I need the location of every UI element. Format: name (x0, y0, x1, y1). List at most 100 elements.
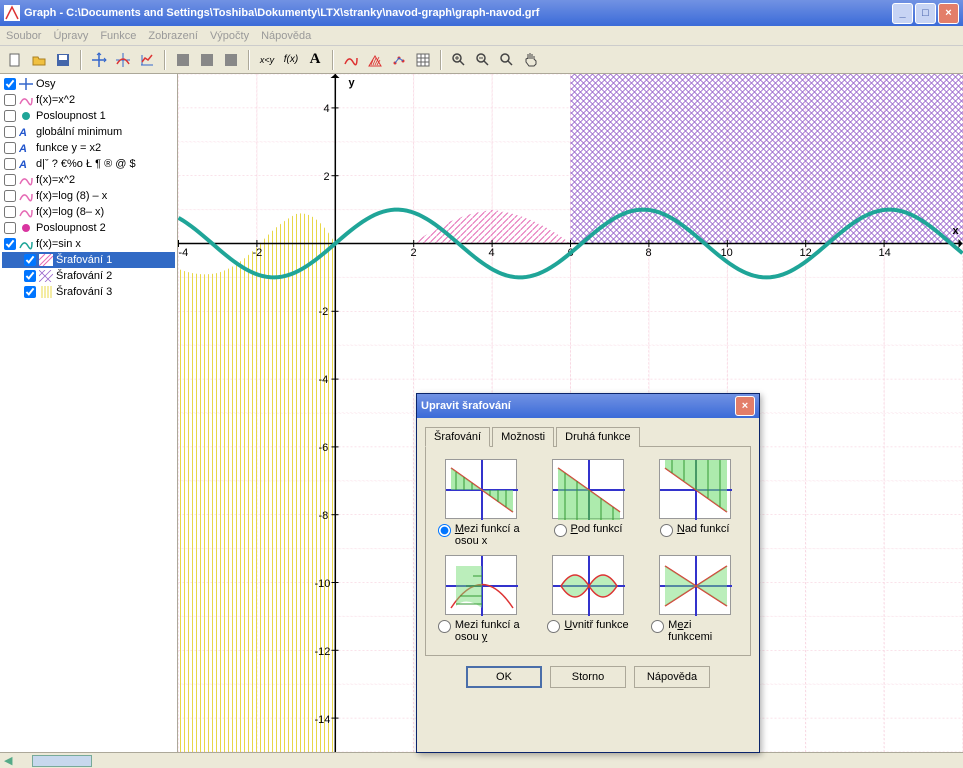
hatch-yellow-icon (39, 286, 53, 298)
text-label-button[interactable]: A (304, 49, 326, 71)
hatch-option[interactable]: Nad funkcí (647, 459, 742, 547)
tree-item-child[interactable]: Šrafování 1 (2, 252, 175, 268)
tab-second-func[interactable]: Druhá funkce (556, 427, 639, 447)
dialog-close-button[interactable]: × (735, 396, 755, 416)
hatch-radio[interactable] (438, 524, 451, 537)
tree-label: d|ˇ ? €%o Ł ¶ ® @ $ (36, 158, 136, 170)
tree-checkbox[interactable] (4, 238, 16, 250)
hatch-dialog: Upravit šrafování × Šrafování Možnosti D… (416, 393, 760, 753)
tab-options[interactable]: Možnosti (492, 427, 554, 447)
tree-item-child[interactable]: Šrafování 3 (2, 284, 175, 300)
maximize-button[interactable]: □ (915, 3, 936, 24)
xy-button[interactable]: x<y (256, 49, 278, 71)
axes-tool-button[interactable] (88, 49, 110, 71)
tree-item[interactable]: f(x)=sin x (2, 236, 175, 252)
fx-button[interactable]: f(x) (280, 49, 302, 71)
tree-item[interactable]: Aglobální minimum (2, 124, 175, 140)
hatch-radio[interactable] (554, 524, 567, 537)
curve-red-button[interactable] (340, 49, 362, 71)
hatch-pink-icon (39, 254, 53, 266)
gray-button-2[interactable] (196, 49, 218, 71)
hatch-radio[interactable] (547, 620, 560, 633)
hatch-option[interactable]: Uvnitř funkce (541, 555, 636, 643)
dialog-titlebar[interactable]: Upravit šrafování × (417, 394, 759, 418)
menu-view[interactable]: Zobrazení (148, 30, 198, 42)
menu-calc[interactable]: Výpočty (210, 30, 249, 42)
svg-text:-4: -4 (319, 374, 329, 386)
tree-checkbox[interactable] (4, 222, 16, 234)
close-button[interactable]: × (938, 3, 959, 24)
tree-item[interactable]: f(x)=log (8– x) (2, 204, 175, 220)
zoom-fit-button[interactable] (496, 49, 518, 71)
scroll-left-icon[interactable]: ◀ (4, 754, 12, 767)
hatch-option[interactable]: Pod funkcí (541, 459, 636, 547)
insert-function-button[interactable] (112, 49, 134, 71)
hatch-option[interactable]: Mezi funkcí a osou y (434, 555, 529, 643)
hatch-radio[interactable] (651, 620, 664, 633)
scroll-thumb[interactable] (32, 755, 92, 767)
tree-item[interactable]: Posloupnost 1 (2, 108, 175, 124)
hatch-option-label: Mezi funkcí a osou y (455, 619, 525, 643)
menu-edit[interactable]: Úpravy (53, 30, 88, 42)
hatch-preview-icon (552, 555, 624, 615)
window-title: Graph - C:\Documents and Settings\Toshib… (24, 7, 892, 19)
tree-checkbox[interactable] (4, 174, 16, 186)
sidebar: Osyf(x)=x^2Posloupnost 1Aglobální minimu… (0, 74, 178, 752)
tree-item-child[interactable]: Šrafování 2 (2, 268, 175, 284)
tree-item[interactable]: Osy (2, 76, 175, 92)
tree-item[interactable]: f(x)=x^2 (2, 92, 175, 108)
tree-checkbox[interactable] (24, 286, 36, 298)
func-pink-icon (19, 190, 33, 202)
svg-text:-12: -12 (315, 646, 331, 658)
menu-file[interactable]: Soubor (6, 30, 41, 42)
tree-item[interactable]: Ad|ˇ ? €%o Ł ¶ ® @ $ (2, 156, 175, 172)
hatch-option[interactable]: Mezi funkcemi (647, 555, 742, 643)
tree-checkbox[interactable] (24, 270, 36, 282)
help-button[interactable]: Nápověda (634, 666, 710, 688)
hatch-radio[interactable] (660, 524, 673, 537)
gray-button-1[interactable] (172, 49, 194, 71)
tree-checkbox[interactable] (24, 254, 36, 266)
tab-hatch[interactable]: Šrafování (425, 427, 490, 447)
hatch-radio[interactable] (438, 620, 451, 633)
tree-checkbox[interactable] (4, 190, 16, 202)
hatch-option[interactable]: Mezi funkcí a osou x (434, 459, 529, 547)
tree-item[interactable]: Afunkce y = x2 (2, 140, 175, 156)
tree-label: Šrafování 1 (56, 254, 112, 266)
tree-checkbox[interactable] (4, 94, 16, 106)
table-button[interactable] (412, 49, 434, 71)
tree-checkbox[interactable] (4, 126, 16, 138)
pan-button[interactable] (520, 49, 542, 71)
zoom-in-button[interactable] (448, 49, 470, 71)
tree-checkbox[interactable] (4, 142, 16, 154)
dialog-title-text: Upravit šrafování (421, 400, 735, 412)
tree-label: f(x)=log (8) – x (36, 190, 107, 202)
insert-graph-button[interactable] (136, 49, 158, 71)
zoom-out-button[interactable] (472, 49, 494, 71)
points-button[interactable] (388, 49, 410, 71)
tree-checkbox[interactable] (4, 78, 16, 90)
tree-checkbox[interactable] (4, 110, 16, 122)
hatch-preview-icon (659, 459, 731, 519)
minimize-button[interactable]: _ (892, 3, 913, 24)
save-button[interactable] (52, 49, 74, 71)
tree-checkbox[interactable] (4, 206, 16, 218)
tree-item[interactable]: Posloupnost 2 (2, 220, 175, 236)
ok-button[interactable]: OK (466, 666, 542, 688)
gray-button-3[interactable] (220, 49, 242, 71)
tree-item[interactable]: f(x)=x^2 (2, 172, 175, 188)
tree-label: f(x)=sin x (36, 238, 81, 250)
tree-checkbox[interactable] (4, 158, 16, 170)
tree-label: f(x)=x^2 (36, 174, 75, 186)
tree-label: f(x)=log (8– x) (36, 206, 104, 218)
menu-help[interactable]: Nápověda (261, 30, 311, 42)
svg-text:-4: -4 (179, 247, 189, 259)
new-button[interactable] (4, 49, 26, 71)
cancel-button[interactable]: Storno (550, 666, 626, 688)
tree-item[interactable]: f(x)=log (8) – x (2, 188, 175, 204)
open-button[interactable] (28, 49, 50, 71)
svg-text:A: A (19, 127, 27, 138)
menu-function[interactable]: Funkce (100, 30, 136, 42)
hatch-preview-icon (659, 555, 731, 615)
hatch-button[interactable] (364, 49, 386, 71)
